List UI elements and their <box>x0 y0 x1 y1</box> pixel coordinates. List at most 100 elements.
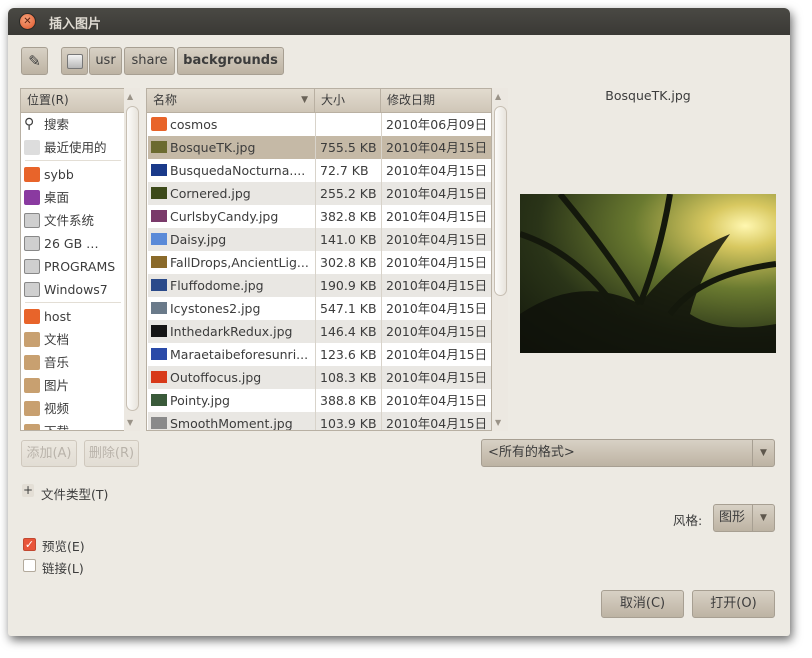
place-item[interactable]: ⚲ 搜索 <box>22 113 124 136</box>
file-row[interactable]: Cornered.jpg 255.2 KB 2010年04月15日 <box>148 182 491 205</box>
file-name: Pointy.jpg <box>170 393 230 408</box>
open-button[interactable]: 打开(O) <box>692 590 775 618</box>
style-combo[interactable]: 图形 ▼ <box>713 504 775 532</box>
place-label: 26 GB … <box>44 236 99 251</box>
file-filter-combo[interactable]: <所有的格式> ▼ <box>481 439 775 467</box>
file-date: 2010年04月15日 <box>386 255 488 270</box>
column-date[interactable]: 修改日期 <box>381 89 491 113</box>
column-divider <box>381 113 382 136</box>
places-scrollbar[interactable]: ▲ ▼ <box>124 88 140 431</box>
tree-silhouette <box>519 192 777 353</box>
file-row[interactable]: Pointy.jpg 388.8 KB 2010年04月15日 <box>148 389 491 412</box>
file-size: 302.8 KB <box>320 255 377 270</box>
desktop-icon <box>24 190 40 205</box>
file-size: 146.4 KB <box>320 324 377 339</box>
file-row[interactable]: Daisy.jpg 141.0 KB 2010年04月15日 <box>148 228 491 251</box>
column-divider <box>315 297 316 320</box>
file-row[interactable]: Outoffocus.jpg 108.3 KB 2010年04月15日 <box>148 366 491 389</box>
file-row[interactable]: FallDrops,AncientLig... 302.8 KB 2010年04月1… <box>148 251 491 274</box>
cancel-button[interactable]: 取消(C) <box>601 590 684 618</box>
file-size: 388.8 KB <box>320 393 377 408</box>
drive-icon <box>24 282 40 297</box>
column-divider <box>315 182 316 205</box>
insert-image-dialog: ✕ 插入图片 ✎ usr share backgrounds 位置(R) ⚲ 搜索… <box>8 8 790 636</box>
column-divider <box>315 205 316 228</box>
file-row[interactable]: BusquedaNocturna.... 72.7 KB 2010年04月15日 <box>148 159 491 182</box>
file-size: 141.0 KB <box>320 232 377 247</box>
preview-checkbox-label[interactable]: 预览(E) <box>42 536 85 555</box>
file-date: 2010年06月09日 <box>386 117 488 132</box>
path-root-button[interactable] <box>61 47 88 75</box>
place-item[interactable]: 26 GB … <box>22 232 124 255</box>
column-divider <box>381 182 382 205</box>
place-item[interactable]: 音乐 <box>22 351 124 374</box>
expand-icon[interactable]: + <box>22 484 34 497</box>
close-button[interactable]: ✕ <box>19 13 36 30</box>
path-usr-button[interactable]: usr <box>89 47 122 75</box>
place-item[interactable]: 最近使用的 <box>22 136 124 159</box>
file-size: 108.3 KB <box>320 370 377 385</box>
image-thumbnail-icon <box>151 187 167 199</box>
column-divider <box>315 251 316 274</box>
scroll-up-icon[interactable]: ▲ <box>127 92 133 101</box>
places-scroll-thumb[interactable] <box>126 106 139 411</box>
image-thumbnail-icon <box>151 279 167 291</box>
file-name: BusquedaNocturna.... <box>170 163 306 178</box>
column-divider <box>315 274 316 297</box>
drive-icon <box>24 259 40 274</box>
link-checkbox-label[interactable]: 链接(L) <box>42 558 84 577</box>
link-checkbox[interactable] <box>23 559 36 572</box>
file-row[interactable]: BosqueTK.jpg 755.5 KB 2010年04月15日 <box>148 136 491 159</box>
column-divider <box>381 251 382 274</box>
file-name: cosmos <box>170 117 218 132</box>
file-list-scrollbar[interactable]: ▲ ▼ <box>492 88 508 431</box>
scroll-down-icon[interactable]: ▼ <box>495 418 501 427</box>
column-size[interactable]: 大小 <box>315 89 381 113</box>
file-row[interactable]: SmoothMoment.jpg 103.9 KB 2010年04月15日 <box>148 412 491 431</box>
file-name: BosqueTK.jpg <box>170 140 256 155</box>
drive-icon <box>66 54 83 69</box>
column-divider <box>381 366 382 389</box>
file-type-expander[interactable]: 文件类型(T) <box>41 484 108 503</box>
place-item[interactable]: Windows7 <box>22 278 124 301</box>
style-label: 风格: <box>673 513 703 528</box>
type-location-button[interactable]: ✎ <box>21 47 48 75</box>
place-item[interactable]: 桌面 <box>22 186 124 209</box>
place-item[interactable]: 文档 <box>22 328 124 351</box>
places-header[interactable]: 位置(R) <box>21 89 124 113</box>
preview-checkbox[interactable]: ✓ <box>23 538 36 551</box>
file-row[interactable]: Maraetaibeforesunri... 123.6 KB 2010年04月15… <box>148 343 491 366</box>
file-name: Outoffocus.jpg <box>170 370 262 385</box>
path-share-button[interactable]: share <box>124 47 175 75</box>
place-item[interactable]: 文件系统 <box>22 209 124 232</box>
file-row[interactable]: Icystones2.jpg 547.1 KB 2010年04月15日 <box>148 297 491 320</box>
remove-bookmark-button[interactable]: 删除(R) <box>84 440 139 467</box>
file-date: 2010年04月15日 <box>386 186 488 201</box>
column-divider <box>381 136 382 159</box>
scroll-down-icon[interactable]: ▼ <box>127 418 133 427</box>
window-title: 插入图片 <box>49 17 102 32</box>
column-name[interactable]: 名称 ▼ <box>147 89 315 113</box>
preview-image <box>519 192 777 353</box>
place-item[interactable]: PROGRAMS <box>22 255 124 278</box>
scroll-up-icon[interactable]: ▲ <box>495 92 501 101</box>
file-date: 2010年04月15日 <box>386 140 488 155</box>
pictures-folder-icon <box>24 378 40 393</box>
image-thumbnail-icon <box>151 348 167 360</box>
place-item[interactable]: 图片 <box>22 374 124 397</box>
file-row[interactable]: Fluffodome.jpg 190.9 KB 2010年04月15日 <box>148 274 491 297</box>
file-size: 190.9 KB <box>320 278 377 293</box>
place-item[interactable]: 下载 <box>22 420 124 430</box>
file-name: SmoothMoment.jpg <box>170 416 293 431</box>
place-item[interactable]: 视频 <box>22 397 124 420</box>
place-item[interactable]: host <box>22 305 124 328</box>
add-bookmark-button[interactable]: 添加(A) <box>21 440 77 467</box>
path-backgrounds-button[interactable]: backgrounds <box>177 47 284 75</box>
place-item[interactable]: sybb <box>22 163 124 186</box>
drive-icon <box>24 236 40 251</box>
file-row[interactable]: cosmos 2010年06月09日 <box>148 113 491 136</box>
file-size: 255.2 KB <box>320 186 377 201</box>
file-row[interactable]: InthedarkRedux.jpg 146.4 KB 2010年04月15日 <box>148 320 491 343</box>
file-list-scroll-thumb[interactable] <box>494 106 507 296</box>
file-row[interactable]: CurlsbyCandy.jpg 382.8 KB 2010年04月15日 <box>148 205 491 228</box>
